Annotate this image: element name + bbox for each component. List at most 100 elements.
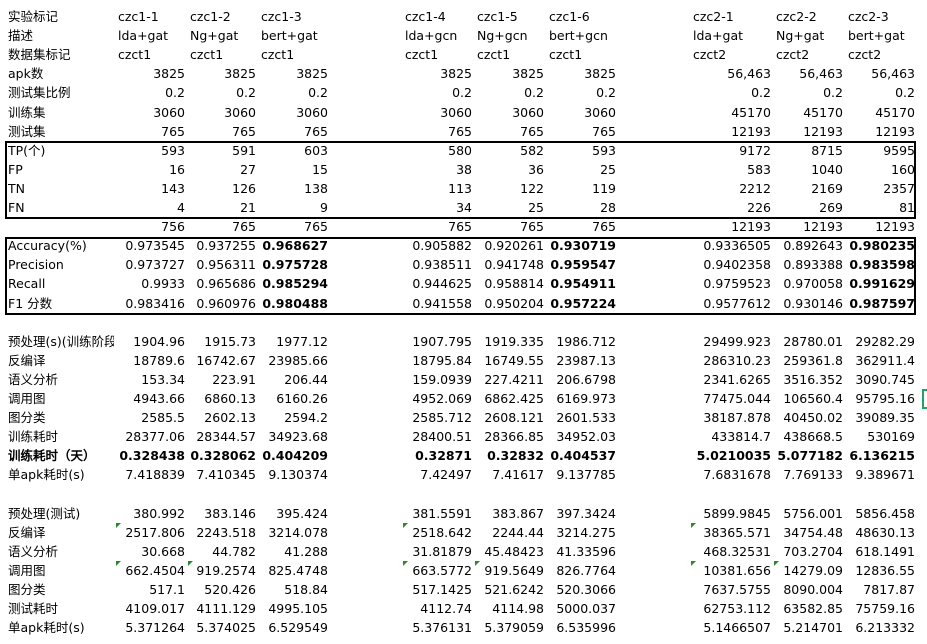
table-cell[interactable]: 0.2 [774,83,846,102]
table-cell[interactable]: 517.1 [116,580,188,599]
table-cell[interactable]: 380.992 [116,504,188,523]
table-cell[interactable]: 593 [547,141,619,160]
table-cell[interactable]: 56,463 [846,64,918,83]
table-cell[interactable]: 0.973727 [116,255,188,274]
table-cell[interactable]: 0.328062 [188,446,259,465]
row-label[interactable]: 预处理(s)(训练阶段) [6,332,114,351]
table-cell[interactable]: 5756.001 [774,504,846,523]
table-cell[interactable]: 0.983416 [116,294,188,313]
table-cell[interactable]: 28 [547,198,619,217]
table-cell[interactable]: 2341.6265 [691,370,774,389]
table-cell[interactable]: 45170 [846,103,918,122]
table-cell[interactable]: 0.893388 [774,255,846,274]
table-cell[interactable] [259,313,331,332]
table-cell[interactable]: 3825 [116,64,188,83]
table-cell[interactable]: 286310.23 [691,351,774,370]
table-cell[interactable]: 31.81879 [403,542,475,561]
table-cell[interactable]: 159.0939 [403,370,475,389]
table-cell[interactable]: 23985.66 [259,351,331,370]
table-cell[interactable]: 75759.16 [846,599,918,618]
table-cell[interactable]: 0.2 [547,83,619,102]
table-cell[interactable]: 765 [188,217,259,236]
row-label[interactable]: 反编译 [6,351,114,370]
table-cell[interactable]: 9595 [846,141,918,160]
table-cell[interactable]: 113 [403,179,475,198]
table-cell[interactable]: 160 [846,160,918,179]
table-cell[interactable]: 521.6242 [475,580,547,599]
table-cell[interactable]: 28400.51 [403,427,475,446]
table-cell[interactable]: 34 [403,198,475,217]
table-cell[interactable]: 765 [116,122,188,141]
table-cell[interactable]: 0.983598 [846,255,918,274]
table-cell[interactable]: 518.84 [259,580,331,599]
table-cell[interactable]: 3214.078 [259,523,331,542]
row-label[interactable]: 训练耗时 [6,427,114,446]
table-cell[interactable]: 12193 [846,217,918,236]
table-cell[interactable]: 0.968627 [259,236,331,255]
table-cell[interactable]: czc1-1 [116,7,188,26]
table-cell[interactable]: 5.376131 [403,618,475,637]
row-label[interactable] [6,313,114,332]
table-cell[interactable]: 0.980488 [259,294,331,313]
table-cell[interactable]: 138 [259,179,331,198]
table-cell[interactable]: 36 [475,160,547,179]
table-cell[interactable]: 3060 [259,103,331,122]
table-cell[interactable]: 41.288 [259,542,331,561]
table-cell[interactable]: 765 [403,217,475,236]
table-cell[interactable]: 0.9336505 [691,236,774,255]
table-cell[interactable]: 663.5772 [403,560,475,580]
table-cell[interactable]: czc2-3 [846,7,918,26]
table-cell[interactable]: 4114.98 [475,599,547,618]
table-cell[interactable]: 227.4211 [475,370,547,389]
table-cell[interactable]: 765 [547,217,619,236]
table-cell[interactable]: 919.2574 [188,560,259,580]
table-cell[interactable]: 2608.121 [475,408,547,427]
table-cell[interactable]: 0.892643 [774,236,846,255]
row-label[interactable]: Precision [6,255,114,274]
table-cell[interactable]: 28366.85 [475,427,547,446]
table-cell[interactable]: 395.424 [259,504,331,523]
table-cell[interactable] [774,485,846,504]
table-cell[interactable]: 7637.5755 [691,580,774,599]
table-cell[interactable]: 397.3424 [547,504,619,523]
table-cell[interactable]: 0.9402358 [691,255,774,274]
table-cell[interactable]: 0.2 [846,83,918,102]
table-cell[interactable]: 3060 [116,103,188,122]
table-cell[interactable]: lda+gat [691,26,774,45]
table-cell[interactable] [188,313,259,332]
table-cell[interactable]: 6860.13 [188,389,259,408]
table-cell[interactable]: 1977.12 [259,332,331,351]
table-cell[interactable]: 223.91 [188,370,259,389]
table-cell[interactable]: czct1 [116,45,188,64]
row-label[interactable]: 语义分析 [6,370,114,389]
table-cell[interactable]: czc1-2 [188,7,259,26]
table-cell[interactable]: 1919.335 [475,332,547,351]
row-label[interactable]: 图分类 [6,580,114,599]
row-label[interactable]: 训练集 [6,103,114,122]
table-cell[interactable]: 25 [547,160,619,179]
table-cell[interactable]: 2602.13 [188,408,259,427]
table-cell[interactable]: czct1 [188,45,259,64]
row-label[interactable]: 测试耗时 [6,599,114,618]
table-cell[interactable]: 77475.044 [691,389,774,408]
table-cell[interactable]: 9172 [691,141,774,160]
table-cell[interactable]: 0.938511 [403,255,475,274]
table-cell[interactable]: czc1-3 [259,7,331,26]
table-cell[interactable]: 0.930719 [547,236,619,255]
table-cell[interactable]: 0.2 [116,83,188,102]
table-cell[interactable]: 2594.2 [259,408,331,427]
table-cell[interactable]: czct2 [774,45,846,64]
table-cell[interactable]: 106560.4 [774,389,846,408]
table-cell[interactable]: 703.2704 [774,542,846,561]
table-cell[interactable]: czct2 [691,45,774,64]
table-cell[interactable]: 4111.129 [188,599,259,618]
table-cell[interactable]: 0.980235 [846,236,918,255]
table-cell[interactable]: 6.213332 [846,618,918,637]
table-cell[interactable]: 3825 [188,64,259,83]
table-cell[interactable]: 48630.13 [846,523,918,542]
table-cell[interactable]: 438668.5 [774,427,846,446]
table-cell[interactable]: 0.941558 [403,294,475,313]
table-cell[interactable]: 2517.806 [116,522,188,542]
table-cell[interactable]: 0.905882 [403,236,475,255]
table-cell[interactable]: 28780.01 [774,332,846,351]
